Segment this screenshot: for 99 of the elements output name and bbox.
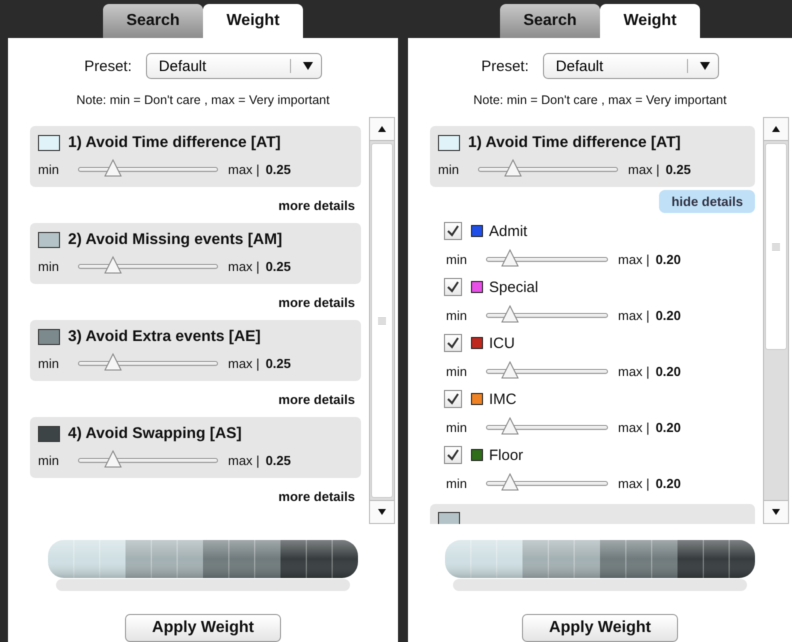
slider-thumb[interactable]: [500, 473, 520, 493]
details-toggle[interactable]: more details: [272, 194, 361, 217]
slider[interactable]: [486, 249, 608, 269]
grip-icon: [772, 242, 780, 250]
min-label: min: [38, 452, 60, 468]
slider[interactable]: [78, 256, 218, 276]
min-label: min: [38, 356, 60, 370]
slider[interactable]: [78, 450, 218, 470]
min-label: min: [446, 252, 468, 266]
scroll-up-icon[interactable]: [378, 126, 386, 132]
weight-value: 0.20: [656, 364, 681, 378]
criterion-title: 1) Avoid Time difference [AT]: [468, 134, 681, 152]
preset-label: Preset:: [84, 58, 132, 74]
check-icon: [446, 392, 460, 406]
checkbox[interactable]: [444, 334, 462, 352]
min-label: min: [446, 476, 468, 490]
slider[interactable]: [486, 473, 608, 493]
preset-label: Preset:: [481, 58, 529, 74]
check-icon: [446, 448, 460, 462]
preset-dropdown[interactable]: Default: [542, 53, 719, 79]
checkbox[interactable]: [444, 390, 462, 408]
weight-value: 0.25: [666, 162, 691, 176]
tab[interactable]: Search: [103, 4, 203, 38]
details-toggle[interactable]: hide details: [659, 190, 755, 213]
weight-value: 0.20: [656, 252, 681, 266]
scroll-thumb[interactable]: [765, 143, 787, 350]
checkbox[interactable]: [444, 278, 462, 296]
slider-thumb[interactable]: [103, 159, 123, 179]
max-label: max |: [618, 252, 650, 266]
max-label: max |: [228, 452, 260, 468]
slider[interactable]: [78, 353, 218, 373]
event-label: Admit: [489, 222, 528, 240]
min-label: min: [446, 364, 468, 378]
grip-icon: [378, 316, 386, 324]
slider[interactable]: [486, 417, 608, 437]
scroll-thumb[interactable]: [371, 142, 393, 498]
note-text: Note: min = Don't care , max = Very important: [75, 93, 331, 107]
caret-icon: [700, 62, 710, 70]
tab[interactable]: Search: [500, 4, 600, 38]
min-label: min: [446, 308, 468, 322]
apply-weight-button[interactable]: Apply Weight: [522, 614, 678, 642]
slider-thumb[interactable]: [500, 249, 520, 269]
event-label: Floor: [489, 446, 524, 464]
scroll-down-icon[interactable]: [378, 509, 386, 516]
details-toggle[interactable]: more details: [272, 485, 361, 508]
details-toggle[interactable]: more details: [272, 388, 361, 411]
slider-thumb[interactable]: [503, 159, 523, 179]
slider-thumb[interactable]: [500, 305, 520, 325]
criterion-title: 4) Avoid Swapping [AS]: [68, 425, 242, 443]
max-label: max |: [618, 308, 650, 322]
max-label: max |: [618, 420, 650, 434]
slider[interactable]: [486, 305, 608, 325]
max-label: max |: [618, 476, 650, 490]
check-icon: [446, 224, 460, 238]
details-toggle[interactable]: more details: [272, 291, 361, 314]
min-label: min: [438, 162, 460, 176]
slider-thumb[interactable]: [500, 361, 520, 381]
tab[interactable]: Weight: [203, 4, 303, 38]
scrollbar[interactable]: [369, 117, 395, 524]
weight-value: 0.20: [656, 420, 681, 434]
slider-thumb[interactable]: [103, 256, 123, 276]
checkbox[interactable]: [444, 222, 462, 240]
scrollbar[interactable]: [763, 117, 789, 524]
scroll-up-icon[interactable]: [772, 126, 780, 132]
apply-weight-button[interactable]: Apply Weight: [125, 614, 281, 642]
weight-value: 0.20: [656, 308, 681, 322]
max-label: max |: [628, 162, 660, 176]
caret-icon: [302, 62, 313, 70]
criterion-title: 3) Avoid Extra events [AE]: [68, 328, 261, 346]
max-label: max |: [618, 364, 650, 378]
preset-dropdown[interactable]: Default: [146, 53, 322, 79]
tab[interactable]: Weight: [600, 4, 700, 38]
event-label: ICU: [489, 334, 515, 352]
slider-thumb[interactable]: [103, 450, 123, 470]
min-label: min: [38, 258, 60, 274]
criterion-title: 1) Avoid Time difference [AT]: [68, 134, 281, 152]
weight-value: 0.25: [266, 162, 291, 176]
min-label: min: [446, 420, 468, 434]
note-text: Note: min = Don't care , max = Very important: [472, 93, 728, 107]
checkbox[interactable]: [444, 446, 462, 464]
min-label: min: [38, 162, 60, 176]
weight-value: 0.20: [656, 476, 681, 490]
check-icon: [446, 280, 460, 294]
weight-value: 0.25: [266, 452, 291, 468]
slider[interactable]: [78, 159, 218, 179]
slider-thumb[interactable]: [103, 353, 123, 373]
max-label: max |: [228, 258, 260, 274]
max-label: max |: [228, 162, 260, 176]
weight-value: 0.25: [266, 258, 291, 274]
criterion-title: 2) Avoid Missing events [AM]: [68, 231, 282, 249]
slider-thumb[interactable]: [500, 417, 520, 437]
weight-value: 0.25: [266, 356, 291, 370]
slider[interactable]: [486, 361, 608, 381]
max-label: max |: [228, 356, 260, 370]
slider[interactable]: [478, 159, 618, 179]
event-label: IMC: [489, 390, 516, 408]
event-label: Special: [489, 278, 538, 296]
scroll-down-icon[interactable]: [772, 509, 780, 515]
check-icon: [446, 336, 460, 350]
